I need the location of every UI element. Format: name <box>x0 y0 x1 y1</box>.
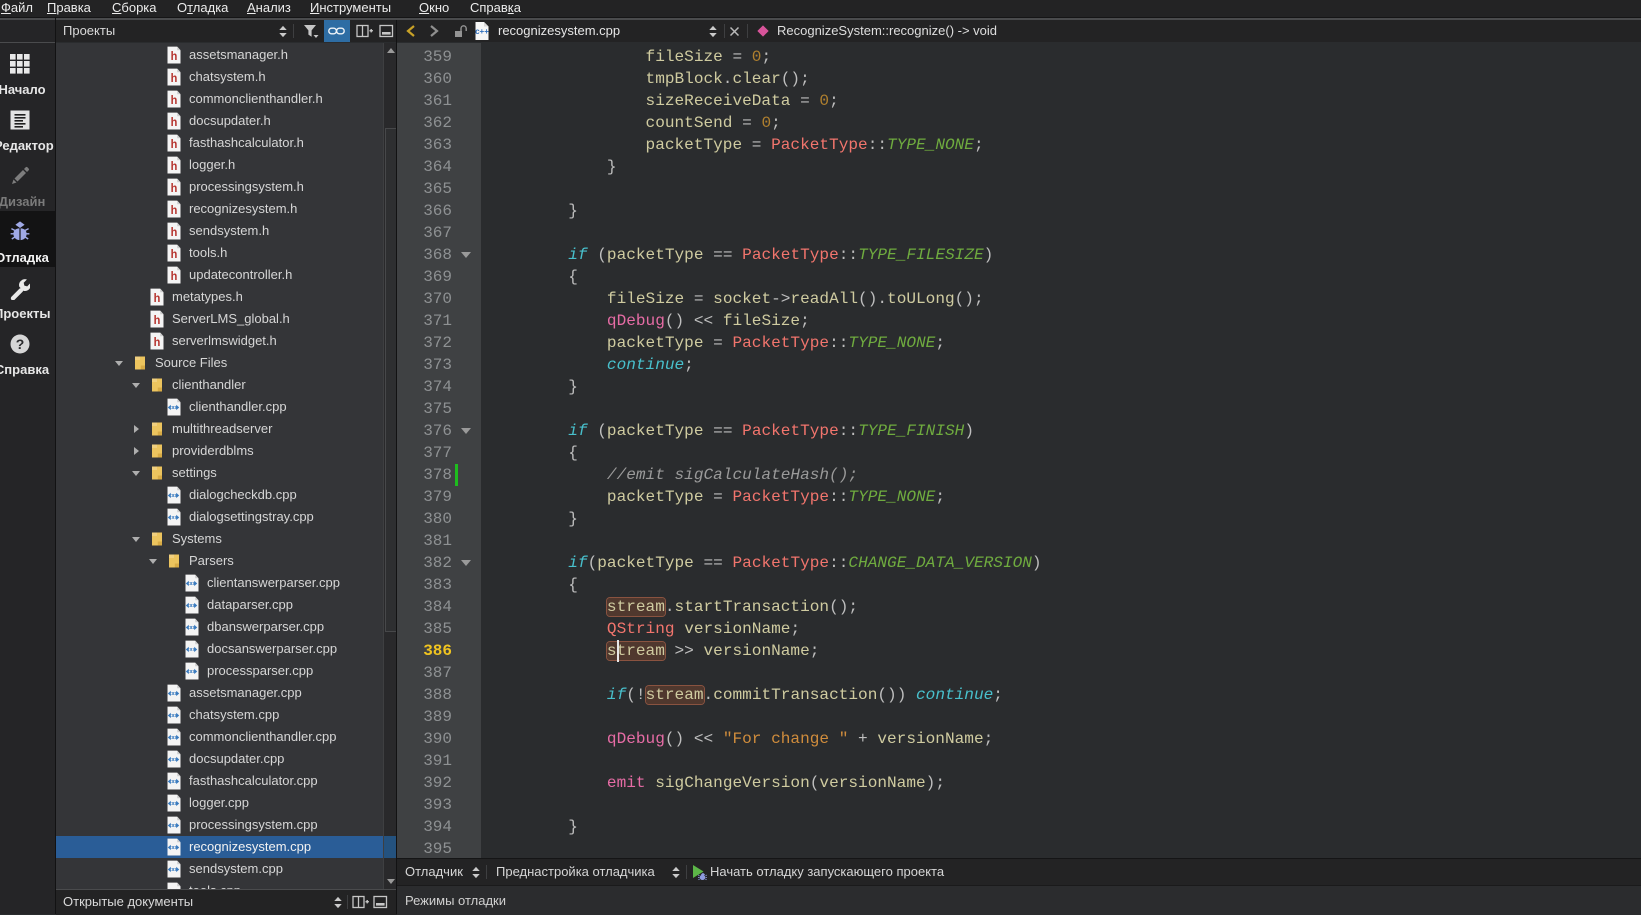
svg-text:?: ? <box>16 336 25 352</box>
